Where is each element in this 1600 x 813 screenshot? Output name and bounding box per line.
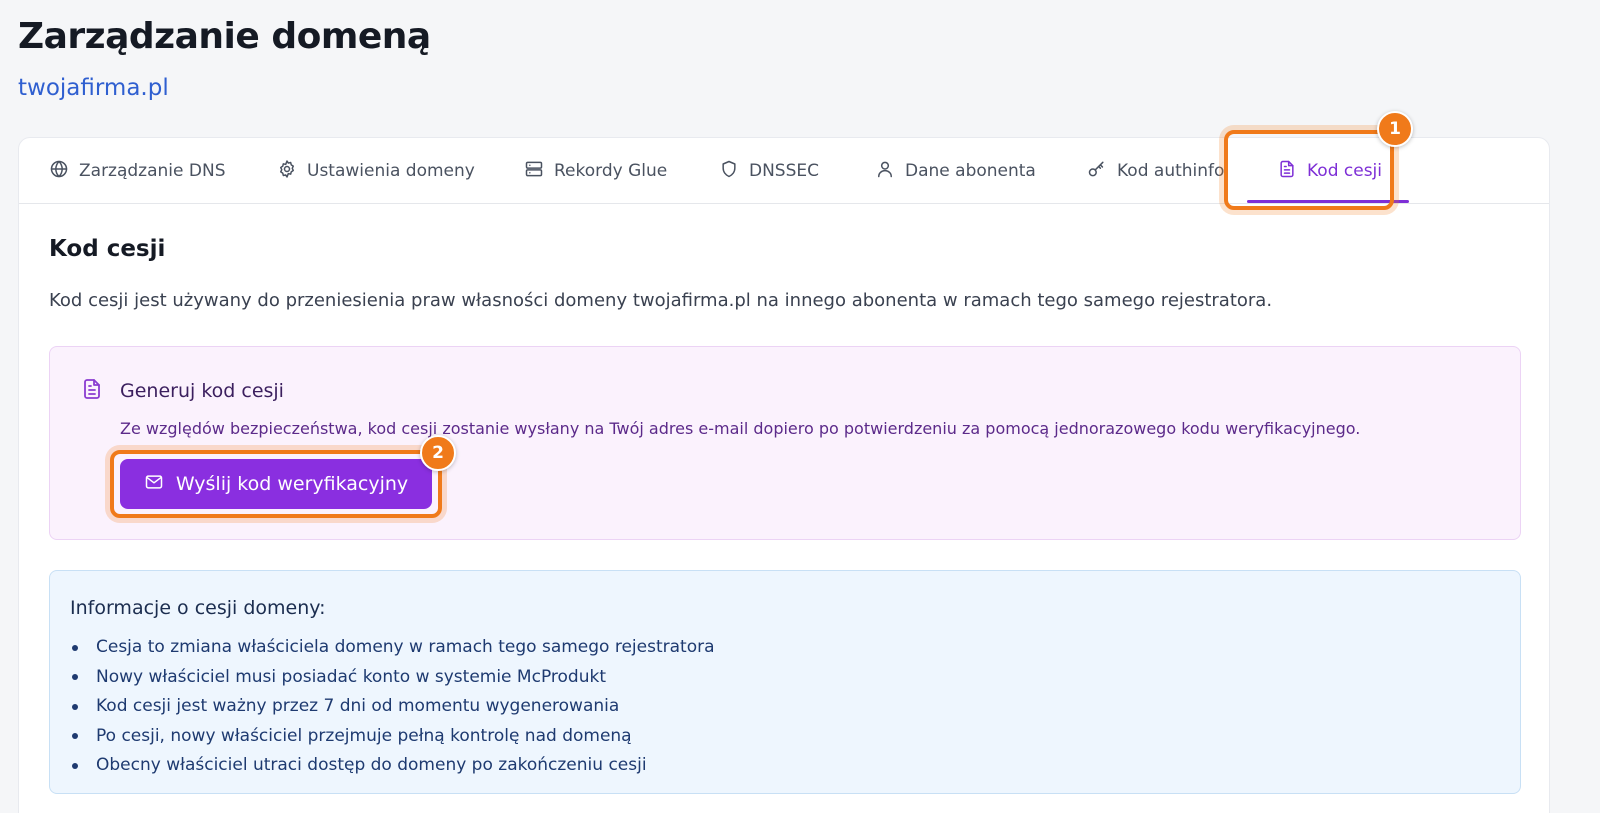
send-verification-code-button[interactable]: Wyślij kod weryfikacyjny bbox=[120, 459, 432, 509]
tab-label: Zarządzanie DNS bbox=[79, 161, 226, 181]
bullet-icon bbox=[72, 703, 78, 710]
transfer-info-panel: Informacje o cesji domeny: Cesja to zmia… bbox=[49, 570, 1521, 794]
document-icon bbox=[80, 377, 104, 401]
mail-icon bbox=[144, 472, 164, 497]
page-title: Zarządzanie domeną bbox=[18, 16, 431, 57]
bullet-icon bbox=[72, 733, 78, 740]
step-badge-2: 2 bbox=[420, 435, 456, 471]
info-list: Cesja to zmiana właściciela domeny w ram… bbox=[70, 633, 715, 781]
document-icon bbox=[1277, 159, 1297, 184]
section-title: Kod cesji bbox=[49, 236, 166, 262]
domain-management-card: Zarządzanie DNS Ustawienia domeny Rekord… bbox=[18, 111, 1550, 813]
server-icon bbox=[524, 159, 544, 184]
tab-glue-records[interactable]: Rekordy Glue bbox=[524, 138, 667, 204]
gear-icon bbox=[277, 159, 297, 184]
active-tab-indicator bbox=[1247, 200, 1409, 203]
list-item: Po cesji, nowy właściciel przejmuje pełn… bbox=[70, 722, 715, 752]
tab-transfer-code[interactable]: Kod cesji bbox=[1277, 138, 1382, 204]
tab-dns-management[interactable]: Zarządzanie DNS bbox=[49, 138, 225, 204]
bullet-icon bbox=[72, 644, 78, 651]
section-description: Kod cesji jest używany do przeniesienia … bbox=[49, 290, 1273, 311]
list-item: Kod cesji jest ważny przez 7 dni od mome… bbox=[70, 692, 715, 722]
step-badge-1: 1 bbox=[1377, 111, 1413, 147]
button-label: Wyślij kod weryfikacyjny bbox=[175, 473, 409, 495]
globe-icon bbox=[49, 159, 69, 184]
tab-authinfo-code[interactable]: Kod authinfo bbox=[1087, 138, 1224, 204]
list-item: Obecny właściciel utraci dostęp do domen… bbox=[70, 751, 715, 781]
list-item: Nowy właściciel musi posiadać konto w sy… bbox=[70, 663, 715, 693]
bullet-icon bbox=[72, 674, 78, 681]
tab-label: Rekordy Glue bbox=[554, 161, 668, 181]
user-icon bbox=[875, 159, 895, 184]
tab-label: Kod authinfo bbox=[1117, 161, 1225, 181]
tab-registrant-data[interactable]: Dane abonenta bbox=[875, 138, 1036, 204]
shield-icon bbox=[719, 159, 739, 184]
tab-dnssec[interactable]: DNSSEC bbox=[719, 138, 819, 204]
bullet-icon bbox=[72, 762, 78, 769]
generate-title: Generuj kod cesji bbox=[120, 380, 284, 402]
list-item: Cesja to zmiana właściciela domeny w ram… bbox=[70, 633, 715, 663]
generate-code-panel: Generuj kod cesji Ze względów bezpieczeń… bbox=[49, 346, 1521, 540]
tab-label: Dane abonenta bbox=[905, 161, 1036, 181]
generate-description: Ze względów bezpieczeństwa, kod cesji zo… bbox=[120, 419, 1361, 438]
info-title: Informacje o cesji domeny: bbox=[70, 597, 326, 619]
key-icon bbox=[1087, 159, 1107, 184]
tab-label: Kod cesji bbox=[1307, 161, 1383, 181]
tab-bar: Zarządzanie DNS Ustawienia domeny Rekord… bbox=[19, 138, 1549, 204]
domain-name: twojafirma.pl bbox=[18, 75, 169, 101]
tab-label: DNSSEC bbox=[749, 161, 820, 181]
tab-label: Ustawienia domeny bbox=[307, 161, 475, 181]
tab-domain-settings[interactable]: Ustawienia domeny bbox=[277, 138, 475, 204]
